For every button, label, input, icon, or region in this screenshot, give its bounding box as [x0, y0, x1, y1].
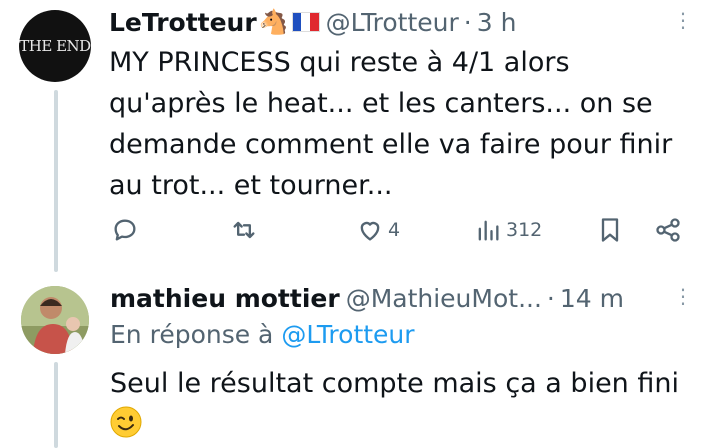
avatar-photo [21, 286, 89, 354]
tweet-text: Seul le résultat compte mais ça a bien f… [110, 368, 679, 399]
tweet-text: MY PRINCESS qui reste à 4/1 alors qu'apr… [109, 47, 673, 201]
tweet-reply[interactable]: mathieu mottier @MathieuMot... · 14 m ⋮ … [0, 272, 720, 448]
user-handle[interactable]: @MathieuMot... [346, 284, 542, 313]
more-options-icon[interactable]: ⋮ [673, 8, 693, 32]
user-handle[interactable]: @LTrotteur [326, 8, 459, 37]
analytics-icon [478, 220, 499, 241]
avatar[interactable] [21, 286, 89, 354]
avatar-text: THE END [19, 37, 91, 55]
tweet-original[interactable]: THE END LeTrotteur 🐴 @LTrotteur · 3 h ⋮ … [0, 0, 720, 272]
tweet-header: LeTrotteur 🐴 @LTrotteur · 3 h [109, 4, 516, 40]
heart-icon [360, 221, 380, 241]
more-options-icon[interactable]: ⋮ [673, 284, 693, 308]
retweet-button[interactable] [230, 216, 262, 244]
france-flag-icon [291, 12, 320, 32]
tweet-header: mathieu mottier @MathieuMot... · 14 m [110, 280, 624, 316]
reply-context: En réponse à @LTrotteur [110, 320, 415, 349]
thread-line [54, 362, 58, 448]
share-button[interactable] [654, 216, 682, 244]
display-name[interactable]: mathieu mottier [110, 284, 340, 313]
view-count: 312 [506, 219, 543, 241]
reply-mention-link[interactable]: @LTrotteur [281, 320, 414, 349]
views-button[interactable]: 312 [474, 216, 542, 244]
display-name[interactable]: LeTrotteur [109, 8, 257, 37]
reply-button[interactable] [111, 216, 143, 244]
action-bar: 4 312 [0, 216, 720, 250]
timestamp[interactable]: 3 h [477, 8, 517, 37]
avatar[interactable]: THE END [19, 10, 91, 82]
separator-dot: · [546, 283, 555, 313]
reply-prefix: En réponse à [110, 320, 274, 349]
winking-face-emoji-icon [110, 406, 142, 438]
like-button[interactable]: 4 [356, 216, 400, 244]
timestamp[interactable]: 14 m [560, 284, 624, 313]
separator-dot: · [463, 7, 472, 37]
bookmark-button[interactable] [596, 216, 624, 244]
share-icon [656, 218, 680, 242]
bookmark-icon [601, 218, 619, 242]
retweet-icon [233, 221, 255, 239]
reply-icon [114, 219, 136, 241]
horse-emoji: 🐴 [258, 8, 289, 36]
like-count: 4 [388, 219, 401, 241]
